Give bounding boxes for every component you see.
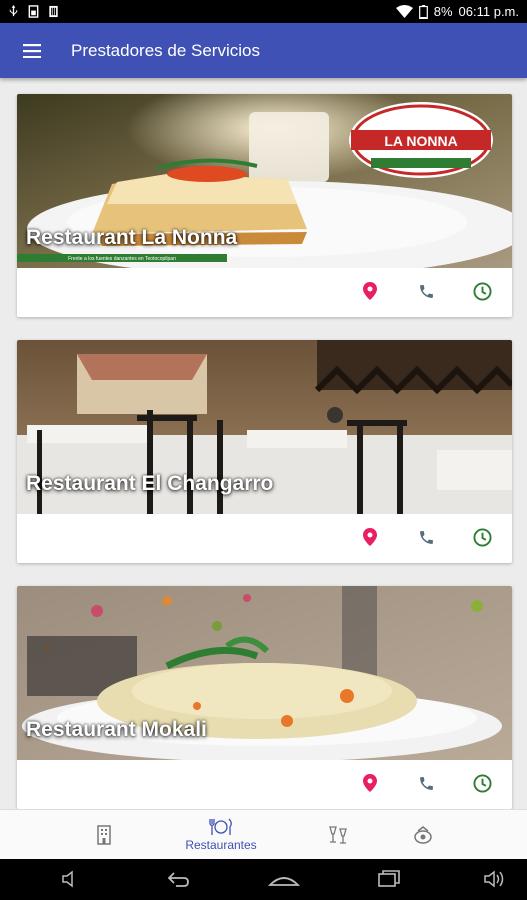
- location-button[interactable]: [358, 525, 382, 549]
- clock-icon: [472, 527, 492, 547]
- card-actions: [17, 760, 512, 809]
- bar-icon: [329, 826, 347, 844]
- sim-icon: [28, 5, 39, 18]
- nav-label-restaurants: Restaurantes: [185, 838, 257, 852]
- usb-icon: [9, 5, 18, 17]
- system-navigation-bar: [0, 859, 527, 900]
- hours-button[interactable]: [470, 771, 494, 795]
- wifi-icon: [395, 5, 413, 18]
- card-actions: [17, 514, 512, 563]
- battery-level: 8%: [433, 4, 453, 19]
- nav-item-restaurants[interactable]: Restaurantes: [176, 810, 266, 860]
- location-pin-icon: [363, 282, 377, 300]
- phone-button[interactable]: [414, 525, 438, 549]
- status-left-icons: [8, 5, 59, 18]
- restaurant-title: Restaurant El Changarro: [26, 472, 274, 495]
- tours-icon: [414, 826, 432, 844]
- home-icon[interactable]: [268, 869, 300, 889]
- card-actions: [17, 268, 512, 317]
- restaurant-card-mokali[interactable]: Restaurant Mokali: [17, 586, 512, 809]
- restaurant-title: Restaurant Mokali: [26, 718, 207, 741]
- restaurant-image[interactable]: Restaurant El Changarro: [17, 340, 512, 514]
- hours-button[interactable]: [470, 279, 494, 303]
- nav-item-tours[interactable]: [378, 810, 468, 860]
- phone-button[interactable]: [414, 279, 438, 303]
- location-pin-icon: [363, 528, 377, 546]
- restaurant-image[interactable]: LA NONNA Frente a los fuentes danzantes …: [17, 94, 512, 268]
- back-icon[interactable]: [166, 869, 190, 889]
- nav-item-hotels[interactable]: [59, 810, 149, 860]
- battery-icon: [418, 4, 428, 19]
- volume-down-icon[interactable]: [60, 869, 84, 889]
- clock-icon: [472, 281, 492, 301]
- clock-time: 06:11 p.m.: [458, 4, 519, 19]
- status-bar: 8% 06:11 p.m.: [0, 0, 527, 23]
- restaurant-card-la-nonna[interactable]: LA NONNA Frente a los fuentes danzantes …: [17, 94, 512, 317]
- banner-text: Frente a los fuentes danzantes en Teotoc…: [68, 256, 176, 262]
- restaurant-image[interactable]: Restaurant Mokali: [17, 586, 512, 760]
- restaurant-card-el-changarro[interactable]: Restaurant El Changarro: [17, 340, 512, 563]
- clock-icon: [472, 773, 492, 793]
- hamburger-icon: [23, 43, 41, 58]
- app-bar: Prestadores de Servicios: [0, 23, 527, 78]
- bottom-navigation: Restaurantes: [0, 809, 527, 859]
- location-pin-icon: [363, 774, 377, 792]
- logo-text: LA NONNA: [384, 133, 457, 149]
- page-title: Prestadores de Servicios: [71, 40, 260, 60]
- phone-icon: [419, 776, 433, 790]
- location-button[interactable]: [358, 279, 382, 303]
- phone-icon: [419, 530, 433, 544]
- phone-button[interactable]: [414, 771, 438, 795]
- location-button[interactable]: [358, 771, 382, 795]
- storage-icon: [49, 5, 58, 18]
- volume-up-icon[interactable]: [483, 869, 507, 889]
- hotel-icon: [97, 825, 111, 845]
- status-right-icons: 8% 06:11 p.m.: [395, 4, 519, 19]
- nav-item-bars[interactable]: [293, 810, 383, 860]
- restaurant-title: Restaurant La Nonna: [26, 226, 238, 249]
- restaurant-icon: [209, 818, 232, 835]
- hours-button[interactable]: [470, 525, 494, 549]
- phone-icon: [419, 284, 433, 298]
- restaurant-list[interactable]: LA NONNA Frente a los fuentes danzantes …: [0, 78, 527, 809]
- recent-apps-icon[interactable]: [377, 869, 401, 889]
- menu-button[interactable]: [0, 23, 64, 78]
